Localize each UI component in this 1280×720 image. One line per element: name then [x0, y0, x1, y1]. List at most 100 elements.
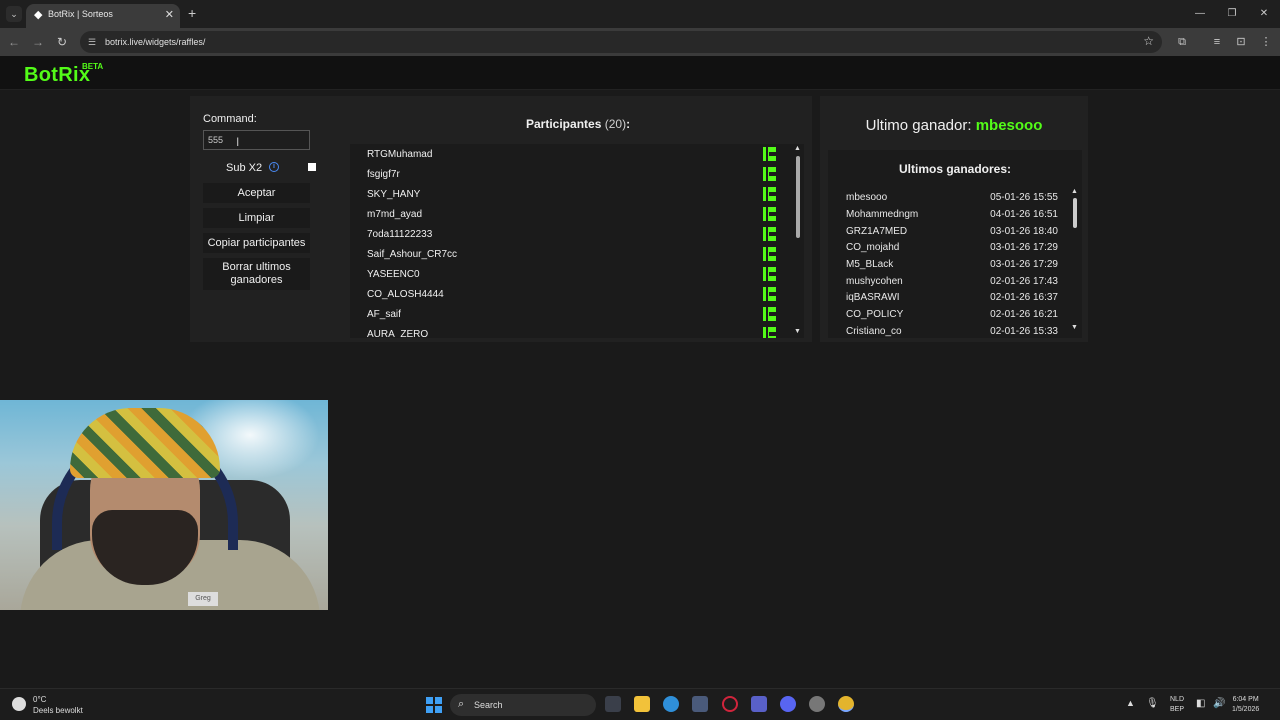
winner-row-name: GRZ1A7MED	[846, 226, 908, 237]
browser-toolbar: ← → ↻ ☰ botrix.live/widgets/raffles/ ☆ ⧉…	[0, 28, 1280, 56]
language-code: NLD	[1170, 696, 1185, 703]
participant-name: YASEENC0	[367, 269, 420, 280]
bookmark-star-icon[interactable]: ☆	[1143, 34, 1154, 48]
weather-description[interactable]: Deels bewolkt	[33, 706, 83, 715]
copy-participants-button[interactable]: Copiar participantes	[203, 233, 310, 253]
streaming-app-icon[interactable]	[751, 696, 767, 712]
translate-icon[interactable]: ⊡	[1233, 34, 1249, 50]
weather-cloud-icon[interactable]	[12, 697, 26, 711]
winner-row-date: 02-01-26 15:33	[990, 326, 1058, 337]
text-cursor-icon: I	[236, 135, 240, 149]
store-icon[interactable]	[692, 696, 708, 712]
restore-icon[interactable]: ❐	[1216, 0, 1248, 28]
delete-last-winners-button[interactable]: Borrar ultimos ganadores	[203, 258, 310, 290]
participant-row: fsgigf7r	[350, 164, 790, 184]
start-windows-icon[interactable]	[426, 697, 442, 713]
search-icon: ⌕	[458, 698, 465, 710]
kick-logo-icon	[763, 327, 776, 338]
language-indicator[interactable]: NLD BEP	[1170, 695, 1184, 715]
participant-name: Saif_Ashour_CR7cc	[367, 249, 458, 260]
beta-badge: BETA	[82, 62, 104, 71]
winner-row-date: 03-01-26 17:29	[990, 259, 1058, 270]
edge-browser-icon[interactable]	[663, 696, 679, 712]
scroll-down-arrow-icon[interactable]: ▼	[794, 328, 801, 335]
chrome-icon[interactable]	[838, 696, 854, 712]
participant-name: CO_ALOSH4444	[367, 289, 444, 300]
shirt-logo: Greg	[188, 592, 218, 606]
kick-logo-icon	[763, 247, 776, 261]
browser-tab[interactable]: ◆ BotRix | Sorteos ✕	[26, 4, 180, 28]
weather-temperature[interactable]: 0°C	[33, 695, 46, 704]
tray-chevron-up-icon[interactable]: ▲	[1126, 698, 1135, 708]
botrix-favicon-icon: ◆	[34, 9, 43, 21]
last-winner-label: Ultimo ganador:	[865, 117, 972, 134]
file-explorer-icon[interactable]	[634, 696, 650, 712]
winner-row-name: CO_POLICY	[846, 309, 904, 320]
participant-name: SKY_HANY	[367, 189, 421, 200]
participants-title-colon: :	[626, 117, 631, 131]
opera-icon[interactable]	[722, 696, 738, 712]
keyboard-layout: BEP	[1170, 706, 1185, 713]
taskbar-search[interactable]: ⌕ Search	[450, 694, 596, 716]
winner-row: GRZ1A7MED 03-01-26 18:40	[846, 224, 1058, 240]
last-winner-heading: Ultimo ganador: mbesooo	[820, 117, 1088, 134]
winners-scroll-down-icon[interactable]: ▼	[1071, 324, 1078, 331]
taskbar: 0°C Deels bewolkt ⌕ Search ▲ 🎙 NLD BEP ◧…	[0, 688, 1280, 720]
participant-row: YASEENC0	[350, 264, 790, 284]
search-placeholder: Search	[474, 700, 503, 710]
winner-row-name: CO_mojahd	[846, 242, 900, 253]
menu-kebab-icon[interactable]: ⋮	[1258, 34, 1274, 50]
info-icon[interactable]: i	[269, 162, 279, 172]
winner-row: CO_POLICY 02-01-26 16:21	[846, 307, 1058, 323]
winners-history-box[interactable]: Ultimos ganadores: mbesooo 05-01-26 15:5…	[828, 150, 1082, 338]
minimize-icon[interactable]: —	[1184, 0, 1216, 28]
participant-name: AURA_ZERO	[367, 329, 429, 338]
participant-row: AF_saif	[350, 304, 790, 324]
participants-scrollbar[interactable]	[796, 156, 800, 238]
microphone-icon[interactable]: 🎙	[1146, 698, 1159, 709]
winner-row-date: 05-01-26 15:55	[990, 192, 1058, 203]
participant-name: 7oda11122233	[367, 229, 433, 240]
participant-name: RTGMuhamad	[367, 149, 433, 160]
close-window-icon[interactable]: ✕	[1248, 0, 1280, 28]
window-controls: — ❐ ✕	[1184, 0, 1280, 28]
winner-row-name: M5_BLack	[846, 259, 894, 270]
participant-name: m7md_ayad	[367, 209, 423, 220]
forward-arrow-icon[interactable]: →	[30, 34, 46, 50]
clear-button[interactable]: Limpiar	[203, 208, 310, 228]
kick-logo-icon	[763, 307, 776, 321]
close-tab-icon[interactable]: ✕	[165, 8, 174, 21]
address-bar[interactable]: ☰ botrix.live/widgets/raffles/ ☆	[80, 31, 1162, 53]
winners-scrollbar[interactable]	[1073, 198, 1077, 228]
sub-x2-checkbox[interactable]	[308, 163, 316, 171]
kick-logo-icon	[763, 167, 776, 181]
winner-row-date: 02-01-26 16:37	[990, 292, 1058, 303]
task-view-icon[interactable]	[605, 696, 621, 712]
participant-row: m7md_ayad	[350, 204, 790, 224]
command-input[interactable]	[203, 130, 310, 150]
scroll-up-arrow-icon[interactable]: ▲	[794, 145, 801, 152]
participant-row: SKY_HANY	[350, 184, 790, 204]
tab-search-chevron-icon[interactable]: ⌄	[6, 6, 22, 22]
extensions-icon[interactable]: ⧉	[1174, 34, 1190, 50]
volume-icon[interactable]: 🔊	[1213, 698, 1225, 709]
obs-icon[interactable]	[809, 696, 825, 712]
participants-list[interactable]: RTGMuhamad fsgigf7r SKY_HANY m7md_ayad 7…	[350, 144, 804, 338]
clock[interactable]: 6:04 PM 1/5/2026	[1232, 695, 1259, 715]
url-text[interactable]: botrix.live/widgets/raffles/	[105, 37, 205, 47]
media-controls-icon[interactable]: ≡	[1209, 34, 1225, 50]
winner-row: mushycohen 02-01-26 17:43	[846, 274, 1058, 290]
site-info-icon[interactable]: ☰	[88, 36, 100, 48]
back-arrow-icon[interactable]: ←	[6, 34, 22, 50]
browser-tab-bar: ⌄ ◆ BotRix | Sorteos ✕ + — ❐ ✕	[0, 0, 1280, 28]
winners-history-title: Ultimos ganadores:	[898, 162, 1012, 176]
network-icon[interactable]: ◧	[1196, 698, 1205, 709]
reload-icon[interactable]: ↻	[54, 34, 70, 50]
accept-button[interactable]: Aceptar	[203, 183, 310, 203]
discord-icon[interactable]	[780, 696, 796, 712]
botrix-logo[interactable]: BotRix	[24, 64, 90, 87]
winner-row-name: mbesooo	[846, 192, 888, 203]
winner-row-name: Mohammedngm	[846, 209, 919, 220]
new-tab-plus-icon[interactable]: +	[188, 6, 196, 20]
winners-scroll-up-icon[interactable]: ▲	[1071, 188, 1078, 195]
